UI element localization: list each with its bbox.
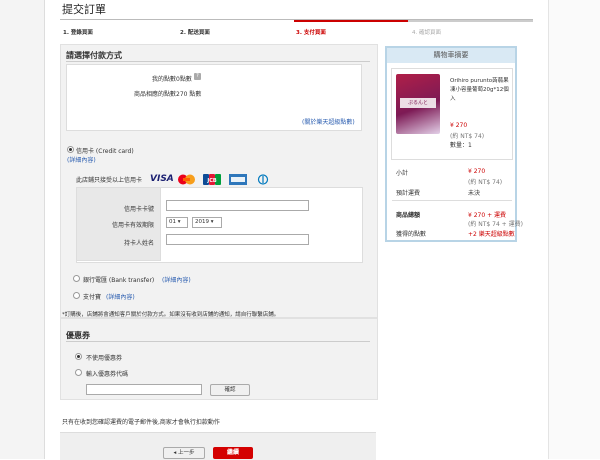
product-points-label: 商品相應的點數 xyxy=(133,91,176,98)
credit-card-radio[interactable] xyxy=(67,146,74,153)
amex-logo xyxy=(229,174,247,185)
alipay-label: 支付寶 xyxy=(83,294,102,301)
continue-button[interactable]: 繼續 xyxy=(213,447,253,459)
total-label: 商品總額 xyxy=(396,212,421,219)
cart-product-price-ntd: (約 NT$ 74) xyxy=(450,133,485,140)
product-thumbnail[interactable]: ぷるんと xyxy=(396,74,440,134)
step-confirm: 4. 確認頁面 xyxy=(412,30,441,36)
accepted-cards-text: 此店鋪只接受以上信用卡 xyxy=(76,177,143,184)
mastercard-logo xyxy=(175,174,198,185)
bank-transfer-radio[interactable] xyxy=(73,275,80,282)
earned-points-label: 獲得的點數 xyxy=(396,231,427,238)
cart-heading: 購物車摘要 xyxy=(387,48,515,63)
no-coupon-label: 不使用優惠券 xyxy=(86,355,123,362)
help-icon[interactable]: ? xyxy=(194,73,201,80)
cart-divider xyxy=(392,200,512,201)
visa-logo: VISA xyxy=(150,174,174,184)
subtotal-value: ¥ 270 xyxy=(468,168,486,175)
holder-name-label: 持卡人姓名 xyxy=(123,240,154,247)
back-arrow-icon: ◂ xyxy=(173,450,177,456)
subtotal-ntd: (約 NT$ 74) xyxy=(468,179,503,186)
shipping-label: 預計運費 xyxy=(396,190,421,197)
credit-card-label: 信用卡 (Credit card) xyxy=(76,148,134,155)
my-points-value: 0點數 xyxy=(176,76,192,83)
earned-points-value: +2 樂天超級點數 xyxy=(468,231,515,238)
payment-heading-rule xyxy=(66,61,370,62)
coupon-code-input[interactable] xyxy=(86,384,202,395)
enter-coupon-label: 輸入優惠券代碼 xyxy=(86,371,129,378)
cart-product-qty: 數量：1 xyxy=(450,142,472,149)
subtotal-label: 小計 xyxy=(396,170,409,177)
expiry-year-select[interactable]: 2019 ▾ xyxy=(192,217,222,228)
shipping-value: 未決 xyxy=(468,190,481,197)
step-progress-active xyxy=(294,20,408,22)
step-payment: 3. 支付頁面 xyxy=(296,30,326,36)
enter-coupon-radio[interactable] xyxy=(75,369,82,376)
points-info-link[interactable]: (關於樂天超級點數) xyxy=(302,117,355,126)
payment-note: *訂購後，店鋪將會通知客戶關於付款方式。如果沒有收到店鋪的通知，請自行聯繫店鋪。 xyxy=(62,312,280,318)
coupon-heading: 優惠券 xyxy=(66,331,90,340)
holder-name-input[interactable] xyxy=(166,234,309,245)
my-points-label: 我的點數 xyxy=(151,76,176,83)
step-progress-remaining xyxy=(408,20,533,22)
product-thumbnail-text: ぷるんと xyxy=(400,98,436,108)
product-points-value: 270 點數 xyxy=(176,91,202,98)
right-margin xyxy=(548,0,600,459)
diners-logo xyxy=(255,174,271,185)
coupon-heading-rule xyxy=(66,341,370,342)
card-number-input[interactable] xyxy=(166,200,309,211)
step-login: 1. 登錄頁面 xyxy=(63,30,93,36)
page-title: 提交訂單 xyxy=(62,3,106,16)
payment-heading: 請選擇付款方式 xyxy=(66,51,122,60)
svg-text:JCB: JCB xyxy=(206,178,217,184)
shipping-notice: 只有在收到您確認運費的電子郵件後,商家才會執行扣款動作 xyxy=(62,419,220,426)
bank-transfer-label: 銀行電匯 (Bank transfer) xyxy=(83,277,155,284)
credit-card-detail-link[interactable]: (詳細內容) xyxy=(67,155,96,164)
total-value: ¥ 270 + 運費 xyxy=(468,212,507,219)
alipay-detail-link[interactable]: (詳細內容) xyxy=(106,292,135,301)
cart-product-name[interactable]: Orihiro puruntо蒟蒻果凍小容量葡萄20g*12個入 xyxy=(450,77,510,104)
expiry-label: 信用卡有效期限 xyxy=(111,222,154,229)
cart-product-price: ¥ 270 xyxy=(450,122,468,129)
jcb-logo: JCB xyxy=(203,174,221,185)
back-button[interactable]: ◂ 上一步 xyxy=(163,447,205,459)
bank-transfer-detail-link[interactable]: (詳細內容) xyxy=(162,275,191,284)
card-number-label: 信用卡卡號 xyxy=(123,206,154,213)
left-margin xyxy=(0,0,45,459)
step-delivery: 2. 配送頁面 xyxy=(180,30,210,36)
expiry-month-select[interactable]: 01 ▾ xyxy=(166,217,188,228)
alipay-radio[interactable] xyxy=(73,292,80,299)
no-coupon-radio[interactable] xyxy=(75,353,82,360)
total-ntd: (約 NT$ 74 + 運費) xyxy=(468,221,523,228)
coupon-confirm-button[interactable]: 確認 xyxy=(210,384,250,396)
